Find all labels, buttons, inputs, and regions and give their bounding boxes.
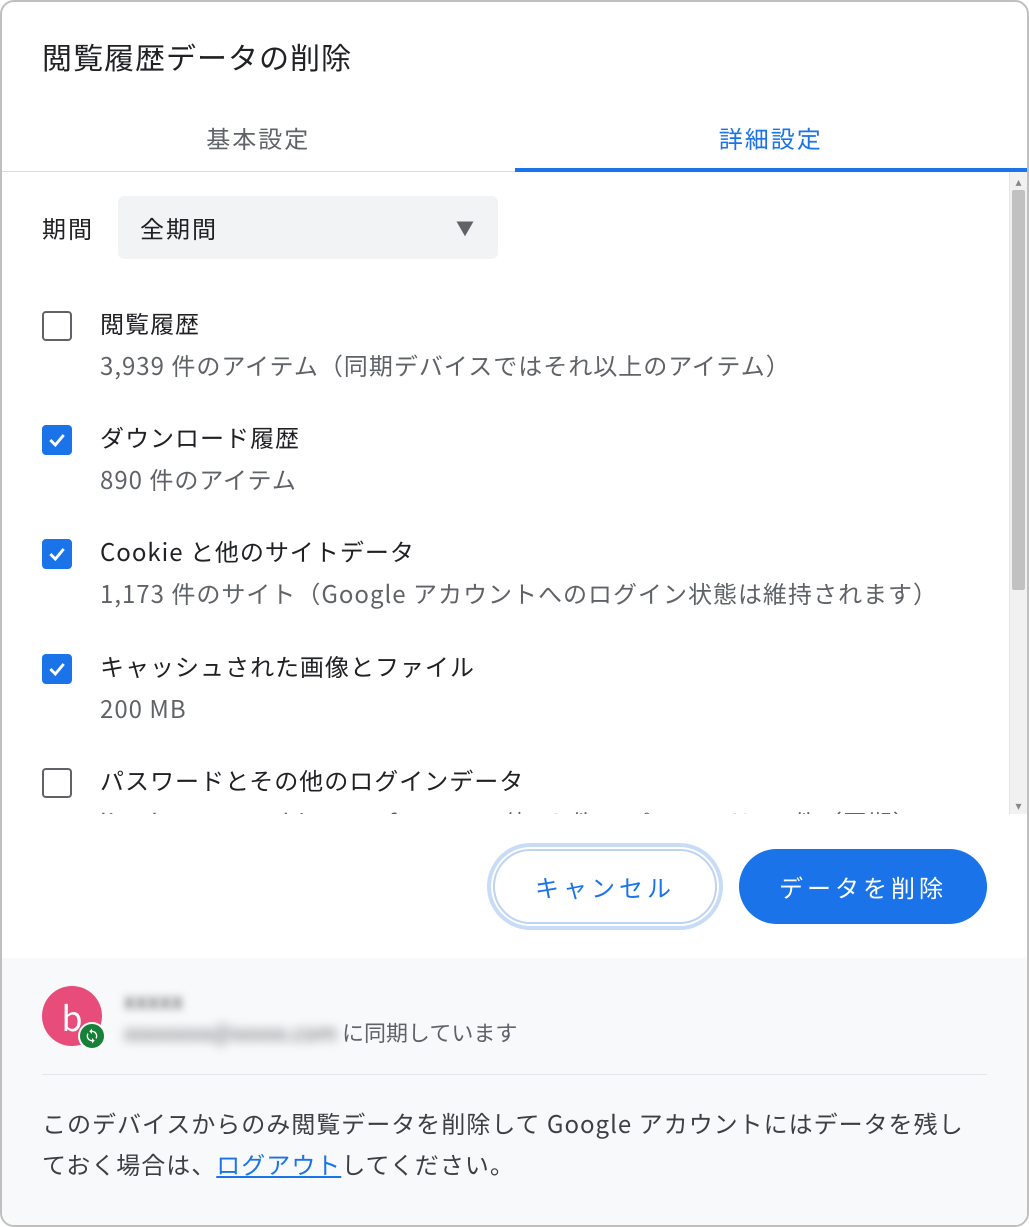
scrollbar[interactable]: ▴ ▾ [1009, 172, 1027, 814]
dialog-actions: キャンセル データを削除 [2, 814, 1027, 958]
tabs: 基本設定 詳細設定 [2, 102, 1027, 172]
confirm-delete-button[interactable]: データを削除 [739, 849, 987, 924]
account-row: b xxxxx xxxxxxxx@xxxxx.com に同期しています [42, 958, 987, 1075]
option-desc: 890 件のアイテム [100, 460, 969, 497]
option-passwords[interactable]: パスワードとその他のログインデータ livedoor.com、bitwarsof… [42, 744, 969, 815]
option-title: キャッシュされた画像とファイル [100, 648, 969, 683]
account-name: xxxxx [124, 984, 517, 1016]
time-range-select[interactable]: 全期間 ▼ [118, 196, 498, 259]
option-cached-images[interactable]: キャッシュされた画像とファイル 200 MB [42, 630, 969, 744]
option-title: ダウンロード履歴 [100, 419, 969, 454]
chevron-down-icon: ▼ [456, 215, 476, 241]
tab-advanced[interactable]: 詳細設定 [515, 102, 1028, 171]
checkbox-download-history[interactable] [42, 425, 72, 455]
option-desc: 200 MB [100, 689, 969, 726]
sync-icon [78, 1022, 106, 1050]
account-panel: b xxxxx xxxxxxxx@xxxxx.com に同期しています このデバ… [2, 958, 1027, 1225]
time-range-value: 全期間 [140, 210, 218, 245]
checkbox-cached-images[interactable] [42, 654, 72, 684]
option-download-history[interactable]: ダウンロード履歴 890 件のアイテム [42, 401, 969, 515]
time-range-row: 期間 全期間 ▼ [42, 196, 969, 259]
option-title: Cookie と他のサイトデータ [100, 533, 969, 568]
account-sync-line: xxxxxxxx@xxxxx.com に同期しています [124, 1016, 517, 1048]
options-list: 閲覧履歴 3,939 件のアイテム（同期デバイスではそれ以上のアイテム） ダウン… [42, 287, 969, 814]
scroll-content: 期間 全期間 ▼ 閲覧履歴 3,939 件のアイテム（同期デバイスではそれ以上の… [2, 172, 1009, 814]
time-range-label: 期間 [42, 210, 94, 245]
scrollbar-down-arrow-icon[interactable]: ▾ [1010, 796, 1027, 814]
footer-note: このデバイスからのみ閲覧データを削除して Google アカウントにはデータを残… [42, 1075, 987, 1185]
sync-suffix: に同期しています [337, 1016, 517, 1048]
dialog-title: 閲覧履歴データの削除 [2, 2, 1027, 102]
checkbox-passwords[interactable] [42, 768, 72, 798]
option-title: 閲覧履歴 [100, 305, 969, 340]
account-text: xxxxx xxxxxxxx@xxxxx.com に同期しています [124, 984, 517, 1048]
option-cookies[interactable]: Cookie と他のサイトデータ 1,173 件のサイト（Google アカウン… [42, 515, 969, 629]
option-desc: livedoor.com、bitwarsoft.com、、他 73 件 のパスワ… [100, 803, 969, 815]
avatar-wrap: b [42, 986, 102, 1046]
footer-text-after: してください。 [341, 1146, 515, 1181]
checkbox-cookies[interactable] [42, 539, 72, 569]
scroll-area: 期間 全期間 ▼ 閲覧履歴 3,939 件のアイテム（同期デバイスではそれ以上の… [2, 172, 1027, 814]
scrollbar-thumb[interactable] [1012, 190, 1025, 590]
checkbox-browsing-history[interactable] [42, 311, 72, 341]
option-browsing-history[interactable]: 閲覧履歴 3,939 件のアイテム（同期デバイスではそれ以上のアイテム） [42, 287, 969, 401]
option-desc: 1,173 件のサイト（Google アカウントへのログイン状態は維持されます） [100, 574, 969, 611]
cancel-button[interactable]: キャンセル [493, 849, 717, 924]
tab-basic[interactable]: 基本設定 [2, 102, 515, 171]
clear-browsing-data-dialog: 閲覧履歴データの削除 基本設定 詳細設定 期間 全期間 ▼ 閲覧履歴 [0, 0, 1029, 1227]
option-desc: 3,939 件のアイテム（同期デバイスではそれ以上のアイテム） [100, 346, 969, 383]
scrollbar-up-arrow-icon[interactable]: ▴ [1010, 172, 1027, 190]
logout-link[interactable]: ログアウト [216, 1146, 341, 1181]
account-email: xxxxxxxx@xxxxx.com [124, 1016, 337, 1048]
option-title: パスワードとその他のログインデータ [100, 762, 969, 797]
